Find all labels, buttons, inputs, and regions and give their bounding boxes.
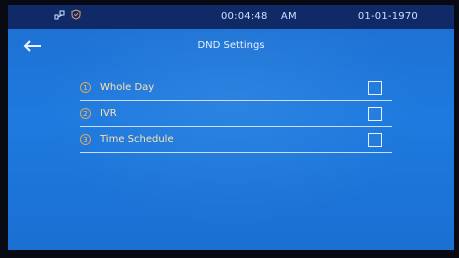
- status-bar: 00:04:48 AM 01-01-1970: [8, 5, 454, 29]
- ivr-checkbox[interactable]: [368, 107, 382, 121]
- network-icon: [54, 9, 65, 20]
- option-label: IVR: [100, 108, 117, 119]
- clock-ampm: AM: [280, 11, 297, 22]
- device-frame: 00:04:48 AM 01-01-1970 DND Settings 1 Wh…: [0, 0, 459, 258]
- shield-icon: [71, 9, 81, 20]
- date: 01-01-1970: [357, 11, 418, 22]
- option-index-badge: 3: [80, 134, 91, 145]
- option-index-badge: 2: [80, 108, 91, 119]
- clock: 00:04:48 AM: [221, 11, 297, 22]
- whole-day-checkbox[interactable]: [368, 81, 382, 95]
- option-label: Time Schedule: [100, 134, 174, 145]
- row-divider: [80, 152, 392, 153]
- clock-time: 00:04:48: [221, 11, 268, 22]
- screen: 00:04:48 AM 01-01-1970 DND Settings 1 Wh…: [8, 5, 454, 250]
- option-index-badge: 1: [80, 82, 91, 93]
- option-whole-day[interactable]: 1 Whole Day: [80, 75, 392, 101]
- page-title: DND Settings: [197, 40, 265, 51]
- option-ivr[interactable]: 2 IVR: [80, 101, 392, 127]
- time-schedule-checkbox[interactable]: [368, 133, 382, 147]
- option-time-schedule[interactable]: 3 Time Schedule: [80, 127, 392, 153]
- status-icons: [54, 9, 81, 20]
- header: DND Settings: [8, 29, 454, 67]
- option-label: Whole Day: [100, 82, 155, 93]
